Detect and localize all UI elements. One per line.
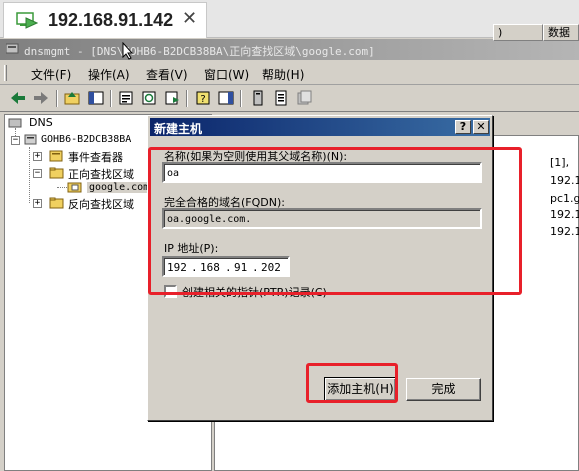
menu-file[interactable]: 文件(F)	[31, 66, 71, 83]
back-arrow-icon[interactable]	[9, 89, 27, 107]
tree-item-dns[interactable]: DNS	[29, 116, 53, 129]
menu-bar: 文件(F) 操作(A) 查看(V) 窗口(W) 帮助(H)	[0, 61, 579, 85]
tree-item-zone[interactable]: google.com	[87, 182, 152, 193]
toolbar-separator	[110, 90, 112, 107]
menu-help[interactable]: 帮助(H)	[262, 66, 304, 83]
server-icon	[24, 134, 37, 145]
tree-item-forward-zones[interactable]: 正向查找区域	[68, 166, 134, 182]
column-header-type-label: )	[498, 26, 503, 39]
remote-desktop-icon	[16, 12, 38, 29]
dns-manager-icon	[6, 43, 19, 54]
data-cell: [1],	[550, 156, 570, 169]
data-cell: 192.1	[550, 174, 579, 187]
toolbar-separator	[56, 90, 58, 107]
window-title: dnsmgmt - [DNS\GOHB6-B2DCB38BA\正向查找区域\go…	[24, 45, 375, 58]
toolbar-separator	[240, 90, 242, 107]
highlight-box-fields	[148, 147, 522, 295]
menu-grip	[4, 65, 7, 81]
up-folder-icon[interactable]	[63, 89, 81, 107]
svg-text:?: ?	[200, 94, 205, 105]
remote-session-tab[interactable]: 192.168.91.142 ✕	[3, 2, 207, 38]
data-cell: pc1.g	[550, 192, 579, 205]
close-icon[interactable]: ✕	[182, 8, 197, 29]
toolbar-separator	[186, 90, 188, 107]
tree-line	[29, 147, 30, 203]
window-title-bar: dnsmgmt - [DNS\GOHB6-B2DCB38BA\正向查找区域\go…	[0, 39, 579, 60]
collapse-icon[interactable]: −	[11, 136, 20, 145]
expand-icon[interactable]: +	[33, 199, 42, 208]
menu-view[interactable]: 查看(V)	[146, 66, 188, 83]
dialog-title-bar: 新建主机 ? ✕	[150, 118, 490, 136]
column-header-data[interactable]: 数据	[543, 24, 579, 41]
tree-item-reverse-zones[interactable]: 反向查找区域	[68, 196, 134, 212]
action-pane-icon[interactable]	[217, 89, 235, 107]
export-list-icon[interactable]	[163, 89, 181, 107]
expand-icon[interactable]: +	[33, 152, 42, 161]
new-domain-icon[interactable]	[295, 89, 313, 107]
data-cell: 192.1	[550, 208, 579, 221]
properties-icon[interactable]	[117, 89, 135, 107]
column-header-type[interactable]: )	[493, 24, 543, 41]
remote-tab-title: 192.168.91.142	[48, 10, 174, 30]
new-record-icon[interactable]	[272, 89, 290, 107]
done-button[interactable]: 完成	[406, 378, 481, 401]
menu-action[interactable]: 操作(A)	[88, 66, 130, 83]
data-cell: 192.1	[550, 225, 579, 238]
menu-window[interactable]: 窗口(W)	[204, 66, 249, 83]
folder-icon	[49, 197, 64, 209]
server-icon[interactable]	[249, 89, 267, 107]
forward-arrow-icon[interactable]	[32, 89, 50, 107]
tree-item-server[interactable]: GOHB6-B2DCB38BA	[41, 134, 131, 145]
refresh-icon[interactable]	[140, 89, 158, 107]
zone-icon	[67, 182, 82, 193]
help-button[interactable]: ?	[455, 120, 471, 134]
dialog-title: 新建主机	[154, 122, 203, 136]
event-viewer-icon	[49, 150, 63, 162]
highlight-box-add-button	[306, 363, 398, 403]
collapse-icon[interactable]: −	[33, 169, 42, 178]
column-header-data-label: 数据	[548, 26, 570, 39]
tree-item-event-viewer[interactable]: 事件查看器	[68, 149, 123, 165]
help-icon[interactable]: ?	[194, 89, 212, 107]
tree-line	[57, 187, 67, 188]
mouse-cursor-icon	[122, 42, 134, 60]
show-hide-tree-icon[interactable]	[87, 89, 105, 107]
toolbar: ?	[0, 86, 579, 112]
folder-open-icon	[49, 167, 64, 179]
close-icon[interactable]: ✕	[473, 120, 489, 134]
dns-root-icon	[8, 118, 22, 128]
